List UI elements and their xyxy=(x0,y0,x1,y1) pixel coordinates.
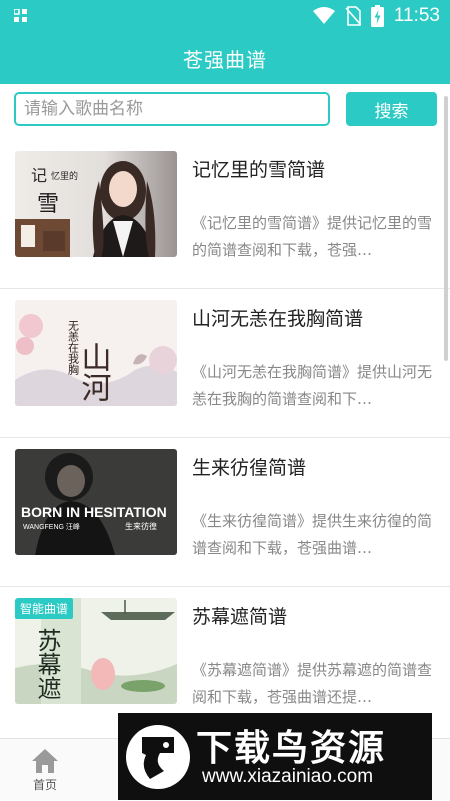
song-title[interactable]: 山河无恙在我胸简谱 xyxy=(192,304,363,331)
thumb-text: 无恙在我胸 xyxy=(67,320,80,376)
list-item[interactable]: BORN IN HESITATION WANGFENG 汪峰 生来彷徨 生来彷徨… xyxy=(0,438,450,587)
song-thumbnail: 记 忆里的 雪 xyxy=(15,151,177,257)
search-button[interactable]: 搜索 xyxy=(346,92,437,126)
song-title[interactable]: 苏幕遮简谱 xyxy=(192,602,287,629)
thumb-text: WANGFENG 汪峰 xyxy=(23,522,80,531)
tab-home[interactable]: 首页 xyxy=(0,739,90,801)
scrollbar[interactable] xyxy=(444,96,448,361)
thumb-text: 忆里的 xyxy=(51,170,78,182)
song-list: 记 忆里的 雪 记忆里的雪简谱 《记忆里的雪简谱》提供记忆里的雪的简谱查阅和下载… xyxy=(0,140,450,730)
tab-home-label: 首页 xyxy=(32,777,57,792)
battery-charging-icon xyxy=(370,5,384,27)
watermark-title: 下载鸟资源 xyxy=(196,728,387,769)
wifi-icon xyxy=(312,7,335,24)
no-sim-icon xyxy=(345,6,361,26)
thumb-text: 山河 xyxy=(76,342,112,402)
song-description: 《记忆里的雪简谱》提供记忆里的雪的简谱查阅和下载，苍强… xyxy=(192,214,433,259)
song-title[interactable]: 生来彷徨简谱 xyxy=(192,453,306,480)
song-description: 《山河无恙在我胸简谱》提供山河无恙在我胸的简谱查阅和下… xyxy=(192,363,433,408)
song-description: 《生来彷徨简谱》提供生来彷徨的简谱查阅和下载，苍强曲谱… xyxy=(192,512,433,557)
page-title: 苍强曲谱 xyxy=(183,47,267,72)
list-item[interactable]: 苏幕遮 智能曲谱 苏幕遮简谱 《苏幕遮简谱》提供苏幕遮的简谱查阅和下载，苍强曲谱… xyxy=(0,587,450,730)
app-grid-icon xyxy=(14,9,27,22)
bird-logo-icon xyxy=(126,725,190,789)
song-thumbnail: BORN IN HESITATION WANGFENG 汪峰 生来彷徨 xyxy=(15,449,177,555)
list-item[interactable]: 山河 无恙在我胸 山河无恙在我胸简谱 《山河无恙在我胸简谱》提供山河无恙在我胸的… xyxy=(0,289,450,438)
status-bar: 11:53 xyxy=(0,0,450,32)
watermark-url: www.xiazainiao.com xyxy=(202,766,374,787)
thumb-text: 生来彷徨 xyxy=(125,521,157,531)
list-item[interactable]: 记 忆里的 雪 记忆里的雪简谱 《记忆里的雪简谱》提供记忆里的雪的简谱查阅和下载… xyxy=(0,140,450,289)
smart-score-badge: 智能曲谱 xyxy=(15,598,74,619)
status-time: 11:53 xyxy=(393,5,440,26)
song-thumbnail: 山河 无恙在我胸 xyxy=(15,300,177,406)
song-description: 《苏幕遮简谱》提供苏幕遮的简谱查阅和下载，苍强曲谱还提… xyxy=(192,661,433,706)
thumb-text: 苏幕遮 xyxy=(33,628,61,700)
search-row: 搜索 xyxy=(0,84,450,140)
thumb-text: BORN IN HESITATION xyxy=(21,504,167,520)
song-title[interactable]: 记忆里的雪简谱 xyxy=(192,155,325,182)
thumb-text: 雪 xyxy=(37,192,59,217)
app-header: 苍强曲谱 xyxy=(0,32,450,84)
song-thumbnail: 苏幕遮 智能曲谱 xyxy=(15,598,177,704)
home-icon xyxy=(32,748,58,773)
search-input[interactable] xyxy=(14,92,330,126)
watermark-banner: 下载鸟资源 www.xiazainiao.com xyxy=(118,713,432,800)
thumb-text: 记 xyxy=(31,166,47,185)
